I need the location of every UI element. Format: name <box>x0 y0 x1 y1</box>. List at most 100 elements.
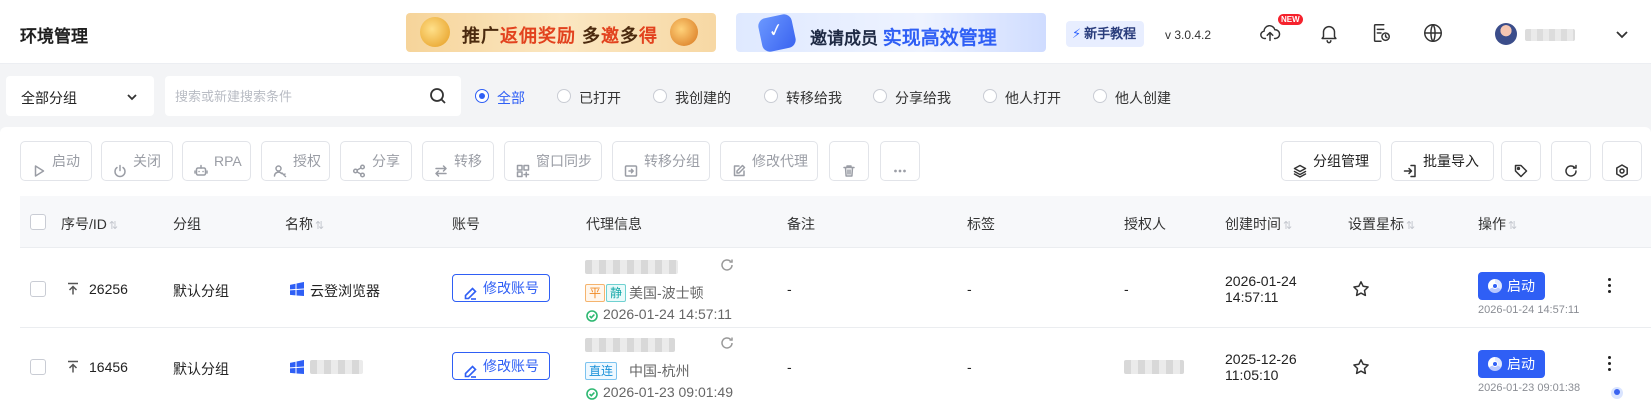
lightning-icon: ⚡ <box>1072 26 1082 41</box>
rpa-button[interactable]: RPA <box>182 141 251 181</box>
group-select[interactable]: 全部分组 <box>6 76 154 116</box>
share-button[interactable]: 分享 <box>340 141 412 181</box>
proxy-tag: 静 <box>606 284 627 302</box>
sort-icon: ⇅ <box>315 220 325 232</box>
radio-dot <box>764 89 778 103</box>
refresh-icon[interactable] <box>720 336 734 350</box>
authorize-button[interactable]: 授权 <box>261 141 330 181</box>
group-manage-button[interactable]: 分组管理 <box>1281 141 1381 181</box>
search-input[interactable] <box>175 85 415 107</box>
table-row: 26256 默认分组 云登浏览器 修改账号 平 静 美国-波士顿 2026-01… <box>20 249 1651 328</box>
select-all-checkbox[interactable] <box>30 214 46 230</box>
robot-icon <box>194 154 208 176</box>
row-checkbox[interactable] <box>30 359 46 375</box>
window-grid-icon <box>516 154 530 178</box>
header-action[interactable]: 操作 ⇅ <box>1478 214 1517 234</box>
row-start-button[interactable]: 启动 <box>1478 350 1545 378</box>
row-start-button[interactable]: 启动 <box>1478 272 1545 300</box>
row-created-time: 11:05:10 <box>1225 367 1279 383</box>
cloud-upload-button[interactable] <box>1259 22 1281 44</box>
header-account: 账号 <box>452 216 480 232</box>
shield-check-icon <box>756 13 798 52</box>
start-button[interactable]: 启动 <box>20 141 92 181</box>
row-more-icon[interactable] <box>1606 356 1612 374</box>
row-grantee: - <box>1124 281 1129 297</box>
check-circle-icon <box>586 387 598 400</box>
trash-icon <box>842 154 856 177</box>
row-remark: - <box>787 281 792 297</box>
pencil-icon <box>464 282 477 300</box>
swap-icon <box>434 154 448 177</box>
notification-button[interactable] <box>1318 22 1340 44</box>
radio-dot <box>1093 89 1107 103</box>
check-circle-icon <box>586 309 598 322</box>
promo-banner-invite[interactable]: 邀请成员 实现高效管理 <box>736 13 1046 52</box>
header-star[interactable]: 设置星标 ⇅ <box>1348 214 1415 234</box>
filter-radio-opened-by-others[interactable]: 他人打开 <box>983 88 1068 106</box>
row-name: 云登浏览器 <box>310 283 380 299</box>
window-sync-button[interactable]: 窗口同步 <box>504 141 602 181</box>
proxy-address-redacted <box>585 338 675 352</box>
star-toggle-icon[interactable] <box>1352 358 1370 376</box>
row-created-time: 14:57:11 <box>1225 289 1279 305</box>
edit-account-button[interactable]: 修改账号 <box>452 274 550 302</box>
row-more-icon[interactable] <box>1606 278 1612 296</box>
row-checkbox[interactable] <box>30 281 46 297</box>
settings-icon <box>1615 154 1629 178</box>
pin-top-icon[interactable] <box>66 360 80 374</box>
edit-icon <box>732 154 746 177</box>
filter-radio-all[interactable]: 全部 <box>475 88 535 106</box>
batch-import-button[interactable]: 批量导入 <box>1391 141 1494 181</box>
user-menu-toggle[interactable] <box>1615 27 1629 41</box>
pin-top-icon[interactable] <box>66 282 80 296</box>
proxy-address-redacted <box>585 260 678 274</box>
gift-icon <box>670 18 698 46</box>
globe-icon <box>1424 24 1442 42</box>
username-redacted[interactable] <box>1525 29 1575 41</box>
sort-icon: ⇅ <box>1283 220 1293 232</box>
column-settings-button[interactable] <box>1602 141 1642 181</box>
row-name-redacted <box>310 360 363 374</box>
header-proxy: 代理信息 <box>586 216 642 232</box>
transfer-group-button[interactable]: 转移分组 <box>612 141 710 181</box>
filter-radio-created-by-me[interactable]: 我创建的 <box>653 88 738 106</box>
proxy-check-time: 2026-01-24 14:57:11 <box>603 306 732 322</box>
header-group: 分组 <box>173 216 201 232</box>
header-name[interactable]: 名称 ⇅ <box>285 214 324 234</box>
proxy-tag: 直连 <box>585 362 618 380</box>
more-actions-button[interactable] <box>880 141 920 181</box>
edit-proxy-button[interactable]: 修改代理 <box>720 141 818 181</box>
chevron-down-icon <box>126 90 138 102</box>
sort-icon: ⇅ <box>108 220 119 232</box>
delete-button[interactable] <box>829 141 869 181</box>
task-log-button[interactable] <box>1370 22 1392 44</box>
table-header: 序号/ID ⇅ 分组 名称 ⇅ 账号 代理信息 备注 标签 授权人 创建时间 ⇅ 设置… <box>20 196 1651 248</box>
refresh-button[interactable] <box>1551 141 1591 181</box>
sort-icon: ⇅ <box>1508 220 1518 232</box>
header-created[interactable]: 创建时间 ⇅ <box>1225 214 1292 234</box>
promo-banner-referral[interactable]: 推广返佣奖励 多邀多得 <box>406 13 716 52</box>
filter-radio-created-by-others[interactable]: 他人创建 <box>1093 88 1178 106</box>
filter-radio-transferred-to-me[interactable]: 转移给我 <box>764 88 849 106</box>
user-avatar[interactable] <box>1495 23 1517 45</box>
search-icon[interactable] <box>429 87 447 105</box>
more-horizontal-icon <box>893 154 907 173</box>
windows-icon <box>289 359 305 376</box>
star-toggle-icon[interactable] <box>1352 280 1370 298</box>
tag-manage-button[interactable] <box>1501 141 1541 181</box>
language-button[interactable] <box>1422 22 1444 44</box>
user-key-icon <box>273 154 287 178</box>
filter-radio-shared-with-me[interactable]: 分享给我 <box>873 88 958 106</box>
edit-account-button[interactable]: 修改账号 <box>452 352 550 380</box>
tutorial-button[interactable]: ⚡ 新手教程 <box>1066 21 1145 47</box>
folder-move-icon <box>624 154 638 177</box>
refresh-icon[interactable] <box>720 258 734 272</box>
transfer-button[interactable]: 转移 <box>422 141 494 181</box>
shared-user-icon <box>1611 387 1623 399</box>
document-clock-icon <box>1373 24 1390 42</box>
power-icon <box>113 154 127 178</box>
header-id[interactable]: 序号/ID ⇅ <box>61 214 118 234</box>
close-button[interactable]: 关闭 <box>101 141 173 181</box>
cloud-upload-icon <box>1260 24 1281 42</box>
filter-radio-opened[interactable]: 已打开 <box>557 88 627 106</box>
